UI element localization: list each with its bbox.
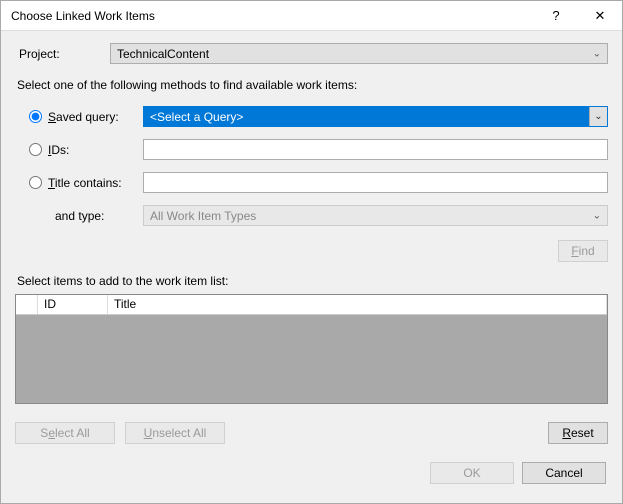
project-row: Project: TechnicalContent ⌄ bbox=[15, 43, 608, 64]
saved-query-label: Saved query: bbox=[48, 110, 119, 124]
grid-body bbox=[16, 315, 607, 403]
instruction-text: Select one of the following methods to f… bbox=[17, 78, 608, 92]
grid-col-select[interactable] bbox=[16, 295, 38, 314]
ids-input[interactable] bbox=[143, 139, 608, 160]
method-title-row: Title contains: bbox=[15, 172, 608, 193]
project-value: TechnicalContent bbox=[117, 47, 209, 61]
project-label: Project: bbox=[15, 47, 110, 61]
method-saved-query-row: Saved query: <Select a Query> ⌄ bbox=[15, 106, 608, 127]
and-type-value: All Work Item Types bbox=[150, 209, 256, 223]
ok-button[interactable]: OK bbox=[430, 462, 514, 484]
dialog-body: Project: TechnicalContent ⌄ Select one o… bbox=[1, 31, 622, 503]
and-type-combo: All Work Item Types ⌄ bbox=[143, 205, 608, 226]
saved-query-radio[interactable] bbox=[29, 110, 42, 123]
saved-query-value: <Select a Query> bbox=[150, 110, 243, 124]
dialog-choose-linked-work-items: Choose Linked Work Items ? ✕ Project: Te… bbox=[0, 0, 623, 504]
title-contains-radio[interactable] bbox=[29, 176, 42, 189]
work-items-grid[interactable]: ID Title bbox=[15, 294, 608, 404]
help-button[interactable]: ? bbox=[534, 1, 578, 31]
grid-col-title[interactable]: Title bbox=[108, 295, 607, 314]
chevron-down-icon: ⌄ bbox=[593, 48, 601, 59]
selection-buttons: Select All Unselect All Reset bbox=[15, 422, 608, 444]
chevron-down-icon: ⌄ bbox=[589, 107, 607, 126]
reset-button[interactable]: Reset bbox=[548, 422, 608, 444]
window-title: Choose Linked Work Items bbox=[11, 9, 534, 23]
close-icon: ✕ bbox=[595, 8, 606, 24]
close-button[interactable]: ✕ bbox=[578, 1, 622, 31]
chevron-down-icon: ⌄ bbox=[593, 210, 601, 221]
title-contains-label: Title contains: bbox=[48, 176, 122, 190]
and-type-row: and type: All Work Item Types ⌄ bbox=[15, 205, 608, 226]
title-contains-input[interactable] bbox=[143, 172, 608, 193]
unselect-all-button[interactable]: Unselect All bbox=[125, 422, 225, 444]
ids-label: IDs: bbox=[48, 143, 69, 157]
titlebar: Choose Linked Work Items ? ✕ bbox=[1, 1, 622, 31]
help-icon: ? bbox=[552, 8, 559, 23]
saved-query-combo[interactable]: <Select a Query> ⌄ bbox=[143, 106, 608, 127]
ids-radio[interactable] bbox=[29, 143, 42, 156]
method-ids-row: IDs: bbox=[15, 139, 608, 160]
list-label: Select items to add to the work item lis… bbox=[17, 274, 608, 288]
project-combo[interactable]: TechnicalContent ⌄ bbox=[110, 43, 608, 64]
cancel-button[interactable]: Cancel bbox=[522, 462, 606, 484]
find-row: Find bbox=[15, 240, 608, 262]
grid-header: ID Title bbox=[16, 295, 607, 315]
grid-col-id[interactable]: ID bbox=[38, 295, 108, 314]
dialog-buttons: OK Cancel bbox=[15, 462, 608, 484]
select-all-button[interactable]: Select All bbox=[15, 422, 115, 444]
and-type-label: and type: bbox=[15, 209, 143, 223]
find-button[interactable]: Find bbox=[558, 240, 608, 262]
